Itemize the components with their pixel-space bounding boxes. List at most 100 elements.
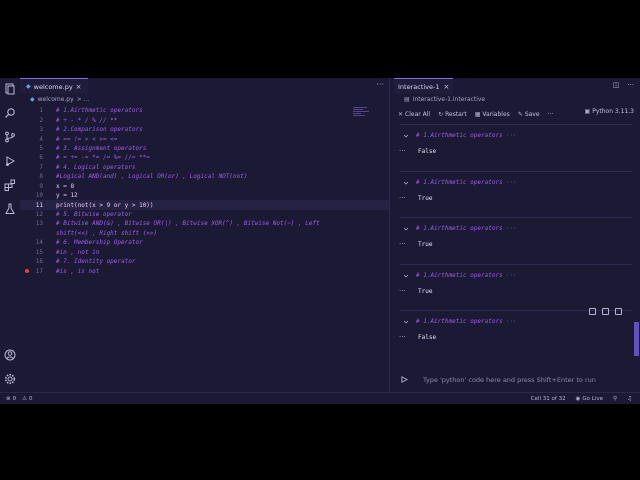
line-text: # 7. Identity operator <box>56 258 136 266</box>
breadcrumb-file[interactable]: Interactive-1.interactive <box>413 96 485 103</box>
fold-ellipsis[interactable]: ··· <box>506 179 517 186</box>
code-line[interactable]: 12 # 5. Bitwise operator <box>20 210 389 219</box>
run-icon[interactable] <box>401 376 408 383</box>
notifications-bell-icon[interactable]: ♫ <box>627 396 632 402</box>
code-input[interactable] <box>420 372 638 388</box>
cell-input[interactable]: # 1.Airthmetic operators ··· <box>416 179 517 186</box>
cell-input-text: # 1.Airthmetic operators <box>416 225 503 232</box>
cell-input[interactable]: # 1.Airthmetic operators ··· <box>416 318 517 325</box>
code-line[interactable]: 15 #in , not in <box>20 248 389 257</box>
split-editor-icon[interactable]: ◫ <box>613 81 620 89</box>
line-number: 1 <box>39 107 43 115</box>
chevron-down-icon[interactable] <box>404 320 408 324</box>
vscode-window: ◆ welcome.py × ··· ◆ welcome.py > ... 1 #… <box>0 78 640 404</box>
code-line[interactable]: shift(<<) , Right shift (>>) <box>20 229 389 238</box>
code-line[interactable]: 2 # + - * / % // ** <box>20 115 389 124</box>
code-line[interactable]: 11 print(not(x > 9 or y > 10)) <box>20 200 389 210</box>
code-line[interactable]: 16 # 7. Identity operator <box>20 257 389 266</box>
tab-welcome-py[interactable]: ◆ welcome.py × <box>20 78 88 94</box>
go-live-label: Go Live <box>582 396 604 402</box>
search-icon[interactable] <box>3 106 17 120</box>
chevron-down-icon[interactable] <box>404 274 408 278</box>
cell-input-text: # 1.Airthmetic operators <box>416 318 503 325</box>
go-live-button[interactable]: ◉ Go Live <box>576 396 603 402</box>
interactive-cell[interactable]: # 1.Airthmetic operators ··· ··· False <box>390 124 636 164</box>
cell-output: True <box>418 241 433 248</box>
code-area[interactable]: 1 # 1.Airthmetic operators 2 # + - * / % //… <box>20 106 389 276</box>
accounts-icon[interactable]: ⚲ <box>613 396 617 402</box>
source-control-icon[interactable] <box>3 130 17 144</box>
interactive-cell[interactable]: # 1.Airthmetic operators ··· ··· True <box>390 263 636 304</box>
scrollbar-thumb[interactable] <box>634 322 639 356</box>
extensions-icon[interactable] <box>3 178 17 192</box>
chevron-down-icon[interactable] <box>404 181 408 185</box>
variables-button[interactable]: ▦ Variables <box>475 111 510 118</box>
testing-flask-icon[interactable] <box>3 202 17 216</box>
line-number: 4 <box>39 135 43 143</box>
code-line[interactable]: 14 # 6. Membership Operator <box>20 238 389 247</box>
code-line[interactable]: 6 # = += -= *= /= %= //= **= <box>20 153 389 162</box>
interactive-cell[interactable]: # 1.Airthmetic operators ··· ··· True <box>390 170 636 211</box>
cell-input[interactable]: # 1.Airthmetic operators ··· <box>416 272 517 279</box>
account-icon[interactable] <box>3 348 17 362</box>
code-line[interactable]: 8 #Logical AND(and) , Logical OR(or) , Lo… <box>20 172 389 181</box>
output-actions-button[interactable]: ··· <box>399 333 406 341</box>
code-line[interactable]: 5 # 3. Assignment operators <box>20 144 389 153</box>
fold-ellipsis[interactable]: ··· <box>506 318 517 325</box>
breadcrumb-symbol[interactable]: > ... <box>77 96 90 103</box>
close-tab-icon[interactable]: × <box>76 83 82 91</box>
more-actions-icon[interactable]: ··· <box>627 81 634 89</box>
line-number: 8 <box>39 173 43 181</box>
code-line[interactable]: 1 # 1.Airthmetic operators <box>20 106 389 115</box>
breadcrumb-file[interactable]: welcome.py <box>38 96 74 103</box>
chevron-down-icon[interactable] <box>404 134 408 138</box>
copy-icon[interactable] <box>589 308 596 315</box>
cell-toolbar <box>589 308 622 315</box>
cell-input[interactable]: # 1.Airthmetic operators ··· <box>416 225 517 232</box>
interactive-pane: Interactive-1 × ◫ ··· ▤ Interactive-1.in… <box>390 78 640 392</box>
output-actions-button[interactable]: ··· <box>399 240 406 248</box>
minimap[interactable] <box>353 106 373 120</box>
delete-icon[interactable] <box>615 308 622 315</box>
run-debug-icon[interactable] <box>3 154 17 168</box>
fold-ellipsis[interactable]: ··· <box>506 225 517 232</box>
errors-indicator[interactable]: ⊗ 0 <box>6 396 16 402</box>
chevron-down-icon[interactable] <box>404 227 408 231</box>
cell-output: True <box>418 287 433 295</box>
code-line[interactable]: 10 y = 12 <box>20 191 389 200</box>
copy-to-editor-icon[interactable] <box>602 308 609 315</box>
restart-button[interactable]: ↻ Restart <box>438 111 467 118</box>
save-button[interactable]: ✎ Save <box>518 111 540 118</box>
toolbar-more-button[interactable]: ··· <box>548 111 554 118</box>
clear-all-button[interactable]: ✕ Clear All <box>398 111 430 118</box>
code-line[interactable]: 9 x = 8 <box>20 182 389 191</box>
code-line[interactable]: 7 # 4. Logical operators <box>20 163 389 172</box>
interactive-cell[interactable]: # 1.Airthmetic operators ··· ··· False <box>390 310 636 346</box>
close-tab-icon[interactable]: × <box>444 83 450 91</box>
cell-position[interactable]: Cell 31 of 32 <box>531 396 566 402</box>
breadcrumb: ◆ welcome.py > ... <box>30 96 89 103</box>
status-left: ⊗ 0 ⚠ 0 <box>6 396 33 402</box>
fold-ellipsis[interactable]: ··· <box>506 272 517 279</box>
output-actions-button[interactable]: ··· <box>399 147 406 155</box>
tab-interactive-1[interactable]: Interactive-1 × <box>394 78 454 94</box>
explorer-icon[interactable] <box>3 82 17 96</box>
error-count: 0 <box>12 396 17 402</box>
line-number: 3 <box>39 126 43 134</box>
output-actions-button[interactable]: ··· <box>399 287 406 295</box>
line-text: #in , not in <box>56 248 100 256</box>
code-line[interactable]: 13 # Bitwise AND(&) , Bitwise OR(|) , Bit… <box>20 219 389 228</box>
warning-icon: ⚠ <box>22 396 28 402</box>
code-line[interactable]: 4 # == != > < >= <= <box>20 134 389 143</box>
settings-gear-icon[interactable] <box>3 372 17 386</box>
cell-input[interactable]: # 1.Airthmetic operators ··· <box>416 132 517 139</box>
kernel-picker[interactable]: ▣ Python 3.11.3 <box>585 108 634 115</box>
editor-more-actions[interactable]: ··· <box>376 80 384 89</box>
fold-ellipsis[interactable]: ··· <box>506 132 517 139</box>
code-line[interactable]: 3 # 2.Comparison operators <box>20 125 389 134</box>
output-actions-button[interactable]: ··· <box>399 194 406 202</box>
variables-label: Variables <box>482 110 510 118</box>
interactive-cell[interactable]: # 1.Airthmetic operators ··· ··· True <box>390 217 636 257</box>
code-line[interactable]: 17 #is , is not <box>20 266 389 275</box>
warnings-indicator[interactable]: ⚠ 0 <box>22 396 32 402</box>
